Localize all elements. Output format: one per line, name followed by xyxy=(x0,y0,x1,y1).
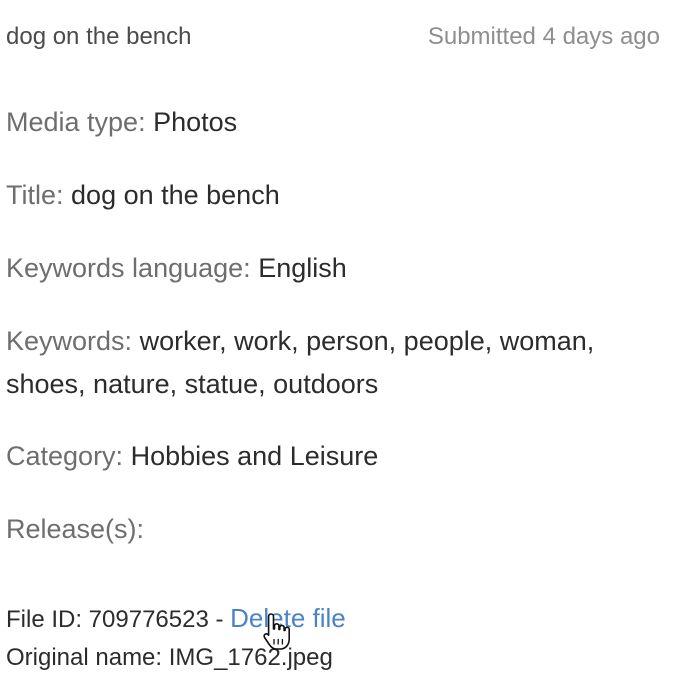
hand-pointer-icon xyxy=(263,613,290,650)
keywords-language-label: Keywords language: xyxy=(6,253,251,283)
field-releases: Release(s): xyxy=(6,508,606,551)
submitted-status: Submitted 4 days ago xyxy=(427,23,660,50)
field-media-type: Media type: Photos xyxy=(6,101,606,144)
field-keywords-language: Keywords language: English xyxy=(6,247,606,290)
title-value: dog on the bench xyxy=(71,180,280,210)
field-title: Title: dog on the bench xyxy=(6,174,606,217)
keywords-label: Keywords: xyxy=(6,326,133,356)
file-id-line: File ID: 709776523 - Delete file xyxy=(6,600,346,638)
field-category: Category: Hobbies and Leisure xyxy=(6,435,606,478)
keywords-language-value: English xyxy=(258,253,347,283)
releases-label: Release(s): xyxy=(6,514,145,544)
asset-header: dog on the bench Submitted 4 days ago xyxy=(6,20,660,54)
title-label: Title: xyxy=(6,180,64,210)
category-value: Hobbies and Leisure xyxy=(130,441,379,471)
category-label: Category: xyxy=(6,441,124,471)
media-type-label: Media type: xyxy=(6,107,146,137)
media-type-value: Photos xyxy=(153,107,238,137)
file-id-text: File ID: 709776523 - xyxy=(6,606,231,633)
asset-name: dog on the bench xyxy=(6,23,192,50)
field-keywords: Keywords: worker, work, person, people, … xyxy=(6,320,606,406)
